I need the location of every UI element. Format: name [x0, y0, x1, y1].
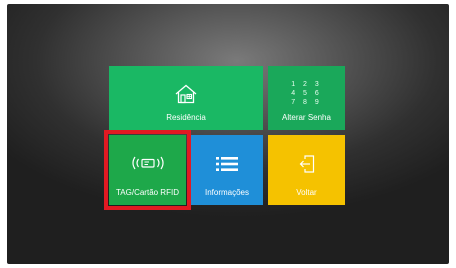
- device-frame: Residência 1 2 3 4 5 6 7 8 9 Alterar Sen…: [0, 0, 456, 268]
- keypad-row-3: 7 8 9: [291, 99, 322, 106]
- keypad-row-2: 4 5 6: [291, 90, 322, 97]
- residencia-label: Residência: [166, 113, 206, 122]
- keypad-icon: 1 2 3 4 5 6 7 8 9: [268, 80, 345, 107]
- voltar-label: Voltar: [296, 188, 317, 197]
- residencia-tile[interactable]: Residência: [109, 66, 263, 130]
- informacoes-tile[interactable]: Informações: [191, 135, 263, 205]
- alterar-senha-tile[interactable]: 1 2 3 4 5 6 7 8 9 Alterar Senha: [268, 66, 345, 130]
- informacoes-label: Informações: [204, 188, 250, 197]
- exit-icon: [299, 155, 314, 173]
- screen-background: [7, 4, 449, 264]
- voltar-tile[interactable]: Voltar: [268, 135, 345, 205]
- alterar-senha-label: Alterar Senha: [282, 113, 331, 122]
- selection-highlight: [104, 130, 191, 210]
- list-icon: [216, 157, 238, 171]
- keypad-row-1: 1 2 3: [291, 81, 322, 88]
- house-icon: [175, 84, 197, 104]
